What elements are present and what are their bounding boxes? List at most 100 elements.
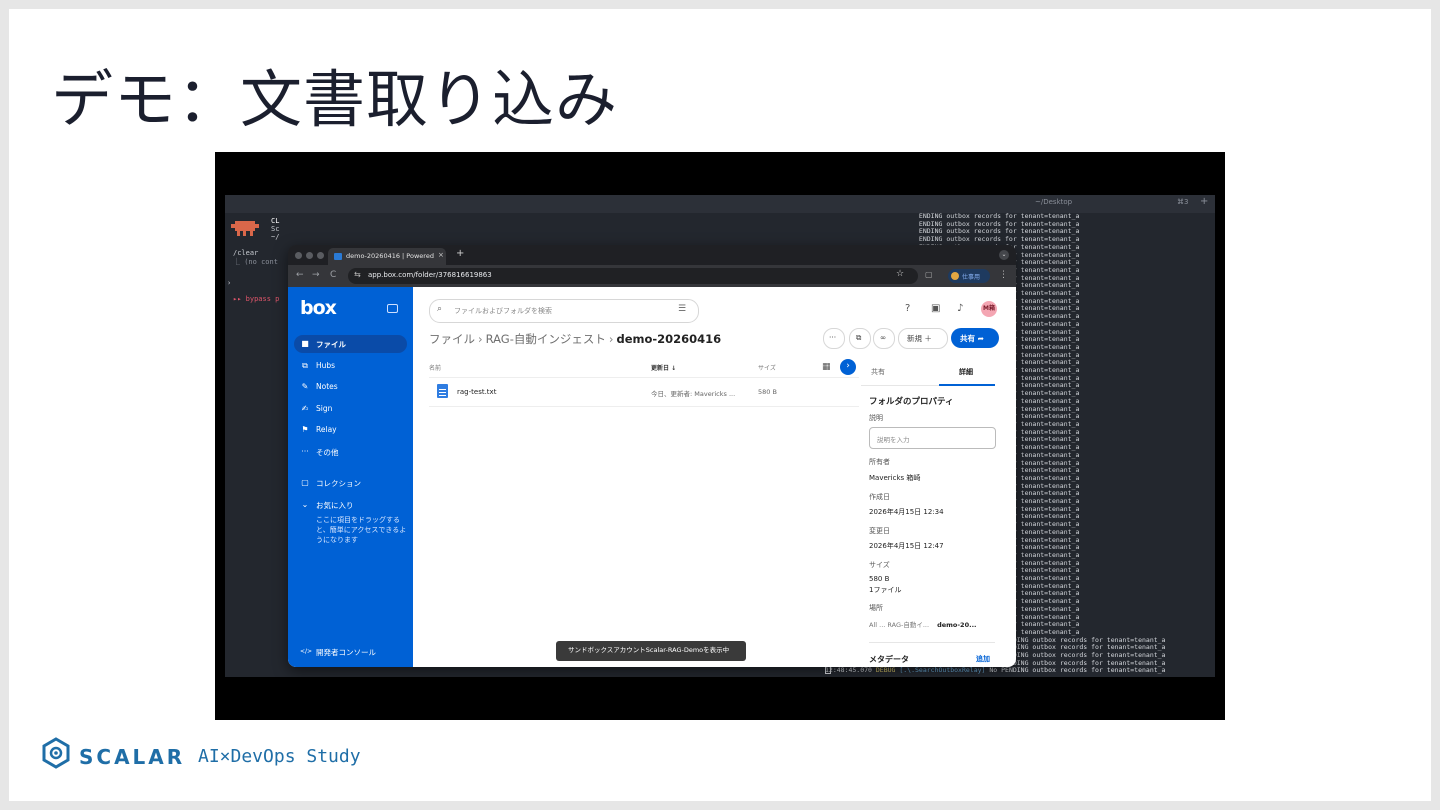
sandbox-toast: サンドボックスアカウントScalar-RAG-Demoを表示中 xyxy=(556,641,746,661)
grid-view-icon[interactable]: ▦ xyxy=(822,362,831,372)
browser-window: demo-20260416 | Powered b × + ⌄ ← → C ⇆ … xyxy=(288,245,1016,667)
box-favicon-icon xyxy=(334,253,342,260)
sidebar-item-hubs[interactable]: ⧉ Hubs xyxy=(294,357,407,375)
sidebar-item-notes[interactable]: ✎ Notes xyxy=(294,378,407,396)
tab-search-icon[interactable]: ⌄ xyxy=(999,250,1009,260)
sidebar-item-dev-console[interactable]: </> 開発者コンソール xyxy=(294,643,407,661)
file-count: 1ファイル xyxy=(869,586,902,594)
more-icon: ··· xyxy=(301,447,309,456)
terminal-text: ~/ xyxy=(271,233,280,241)
terminal-command: /clear xyxy=(233,249,259,257)
metadata-label: メタデータ xyxy=(869,655,909,664)
file-size: 580 B xyxy=(758,388,777,396)
breadcrumb-parent[interactable]: RAG-自動インジェスト xyxy=(486,332,606,346)
description-label: 説明 xyxy=(869,414,883,422)
filter-icon[interactable]: ☰ xyxy=(678,304,686,314)
breadcrumb-root[interactable]: ファイル xyxy=(429,332,475,346)
back-button[interactable]: ← xyxy=(296,270,304,280)
avatar[interactable]: M箱 xyxy=(981,301,997,317)
location-label: 場所 xyxy=(869,604,883,612)
tasks-icon[interactable]: ▣ xyxy=(931,303,940,314)
file-name[interactable]: rag-test.txt xyxy=(457,388,496,396)
file-list-header: 名前 更新日 ↓ サイズ xyxy=(429,363,859,377)
owner-value: Mavericks 箱崎 xyxy=(869,474,921,482)
terminal-shortcut: ⌘3 xyxy=(1177,198,1189,206)
search-input[interactable]: ⌕ ファイルおよびフォルダを検索 ☰ xyxy=(429,299,699,323)
metadata-add-button[interactable]: 追加 xyxy=(976,654,990,664)
terminal-titlebar: ~/Desktop ⌘3 + xyxy=(225,195,1215,213)
tab-details[interactable]: 詳細 xyxy=(959,367,973,377)
site-info-icon[interactable]: ⇆ xyxy=(354,270,361,279)
sidebar-item-more[interactable]: ··· その他 xyxy=(294,443,407,461)
more-options-button[interactable]: ··· xyxy=(823,328,845,349)
tab-close-icon[interactable]: × xyxy=(438,251,444,259)
terminal-text: CL xyxy=(271,217,280,225)
column-name[interactable]: 名前 xyxy=(429,363,441,372)
reload-button[interactable]: C xyxy=(330,270,336,280)
sidebar-collapse-icon[interactable] xyxy=(387,304,398,313)
breadcrumb: ファイル › RAG-自動インジェスト › demo-20260416 xyxy=(429,331,721,347)
sidebar-item-relay[interactable]: ⚑ Relay xyxy=(294,421,407,439)
column-modified[interactable]: 更新日 ↓ xyxy=(651,363,676,372)
relay-icon: ⚑ xyxy=(301,425,309,434)
profile-button[interactable]: 仕事用 xyxy=(948,269,990,283)
folder-icon: ■ xyxy=(301,339,309,348)
window-zoom-button[interactable] xyxy=(317,252,324,259)
sidebar-item-sign[interactable]: ✍ Sign xyxy=(294,400,407,418)
created-label: 作成日 xyxy=(869,493,890,501)
log-line: 12:48:45.070 DEBUG [.\.SearchOutboxRelay… xyxy=(825,666,1166,675)
help-icon[interactable]: ? xyxy=(905,303,910,314)
new-button[interactable]: 新規 ＋ xyxy=(898,328,948,349)
footer-subtitle: AI×DevOps Study xyxy=(198,746,361,767)
box-logo[interactable]: box xyxy=(300,297,337,319)
browser-tab[interactable]: demo-20260416 | Powered b × xyxy=(328,248,446,265)
table-row[interactable]: rag-test.txt 今日、更新者: Mavericks ... 580 B xyxy=(429,377,859,407)
bookmark-star-icon[interactable]: ☆ xyxy=(896,269,904,279)
size-label: サイズ xyxy=(869,561,890,569)
window-minimize-button[interactable] xyxy=(306,252,313,259)
terminal-text: Sc xyxy=(271,225,280,233)
sidebar-item-label: コレクション xyxy=(316,479,361,488)
extensions-icon[interactable]: ▢ xyxy=(925,270,933,279)
divider xyxy=(869,642,995,643)
description-field[interactable]: 説明を入力 xyxy=(869,427,996,449)
copy-icon: ⧉ xyxy=(856,333,862,342)
address-bar[interactable]: ⇆ app.box.com/folder/376816619863 ☆ xyxy=(348,268,918,284)
terminal-mode-indicator: ▸▸ bypass p xyxy=(233,295,280,303)
copy-button[interactable]: ⧉ xyxy=(849,328,871,349)
share-button[interactable]: 共有 ➦ xyxy=(951,328,999,348)
claude-mascot-icon xyxy=(231,219,259,237)
search-placeholder: ファイルおよびフォルダを検索 xyxy=(454,307,552,315)
scalar-logo-icon xyxy=(42,737,70,769)
terminal-output: ⎿ (no cont xyxy=(233,258,278,266)
browser-menu-icon[interactable]: ⋮ xyxy=(999,270,1008,280)
window-close-button[interactable] xyxy=(295,252,302,259)
sidebar-item-label: Notes xyxy=(316,382,338,391)
sidebar-item-collections[interactable]: ▢ コレクション xyxy=(294,474,407,492)
hubs-icon: ⧉ xyxy=(302,361,308,370)
column-size[interactable]: サイズ xyxy=(758,363,776,372)
location-path[interactable]: All ... RAG-自動イ... demo-20... xyxy=(869,619,977,629)
file-modified: 今日、更新者: Mavericks ... xyxy=(651,390,736,398)
owner-label: 所有者 xyxy=(869,458,890,466)
tab-share[interactable]: 共有 xyxy=(871,367,885,377)
new-tab-button[interactable]: + xyxy=(456,248,464,259)
forward-button[interactable]: → xyxy=(312,270,320,280)
chevron-right-icon[interactable]: › xyxy=(840,359,856,375)
demo-video-frame: ~/Desktop ⌘3 + CL Sc ~/ /clear ⎿ (no con… xyxy=(215,152,1225,720)
sidebar-item-label: Sign xyxy=(316,404,333,413)
sign-icon: ✍ xyxy=(301,404,309,413)
link-button[interactable]: ∞ xyxy=(873,328,895,349)
collection-icon: ▢ xyxy=(301,478,309,487)
notes-icon: ✎ xyxy=(301,382,309,391)
sidebar-item-favorites[interactable]: ⌄ お気に入り xyxy=(294,496,407,514)
sidebar-item-files[interactable]: ■ ファイル xyxy=(294,335,407,353)
properties-title: フォルダのプロパティ xyxy=(869,397,954,407)
bell-icon[interactable]: ♪ xyxy=(957,303,963,314)
terminal-new-tab-button[interactable]: + xyxy=(1200,196,1208,207)
box-sidebar: box ■ ファイル ⧉ Hubs ✎ Notes ✍ Sign ⚑ Relay… xyxy=(288,287,413,667)
modified-value: 2026年4月15日 12:47 xyxy=(869,542,944,550)
details-panel: 共有 詳細 フォルダのプロパティ 説明 説明を入力 所有者 Mavericks … xyxy=(861,357,1016,667)
box-main: ⌕ ファイルおよびフォルダを検索 ☰ ? ▣ ♪ M箱 ファイル › RAG-自動イ… xyxy=(413,287,1016,667)
breadcrumb-separator: › xyxy=(608,332,614,346)
